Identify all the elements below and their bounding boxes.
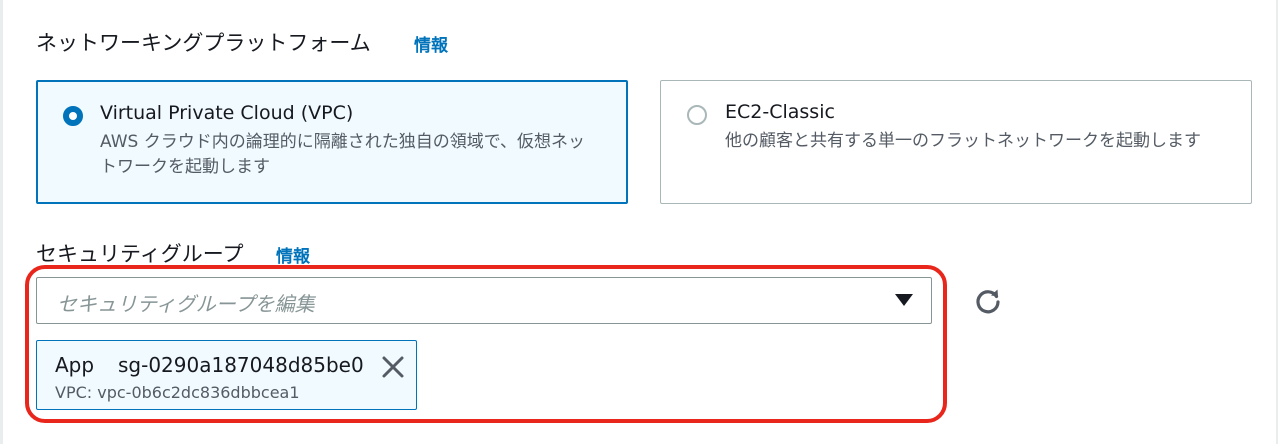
- token-group-id: sg-0290a187048d85be0: [118, 353, 364, 377]
- vpc-option-tile[interactable]: Virtual Private Cloud (VPC) AWS クラウド内の論理…: [36, 80, 628, 204]
- security-group-select-placeholder: セキュリティグループを編集: [57, 292, 315, 316]
- vpc-option-title: Virtual Private Cloud (VPC): [100, 102, 354, 124]
- ec2-classic-option-description: 他の顧客と共有する単一のフラットネットワークを起動します: [725, 131, 1201, 151]
- network-platform-label: ネットワーキングプラットフォーム: [36, 31, 371, 55]
- network-platform-info-link[interactable]: 情報: [414, 31, 448, 56]
- ec2-classic-option-tile[interactable]: EC2-Classic 他の顧客と共有する単一のフラットネットワークを起動します: [660, 80, 1252, 204]
- left-divider: [0, 0, 3, 444]
- ec2-classic-radio[interactable]: [687, 105, 707, 125]
- security-group-label: セキュリティグループ: [36, 242, 244, 266]
- close-icon[interactable]: [381, 355, 405, 379]
- security-group-select[interactable]: セキュリティグループを編集: [36, 277, 932, 324]
- caret-down-icon[interactable]: [895, 294, 913, 306]
- vpc-radio[interactable]: [63, 106, 83, 126]
- token-group-name: App: [55, 353, 95, 377]
- security-group-token: App sg-0290a187048d85be0 VPC: vpc-0b6c2d…: [36, 340, 417, 410]
- token-vpc-id: VPC: vpc-0b6c2dc836dbbcea1: [55, 383, 300, 402]
- refresh-icon[interactable]: [972, 285, 1004, 317]
- vpc-option-description: AWS クラウド内の論理的に隔離された独自の領域で、仮想ネットワークを起動します: [100, 132, 586, 177]
- security-group-info-link[interactable]: 情報: [276, 242, 310, 267]
- ec2-classic-option-title: EC2-Classic: [725, 101, 835, 123]
